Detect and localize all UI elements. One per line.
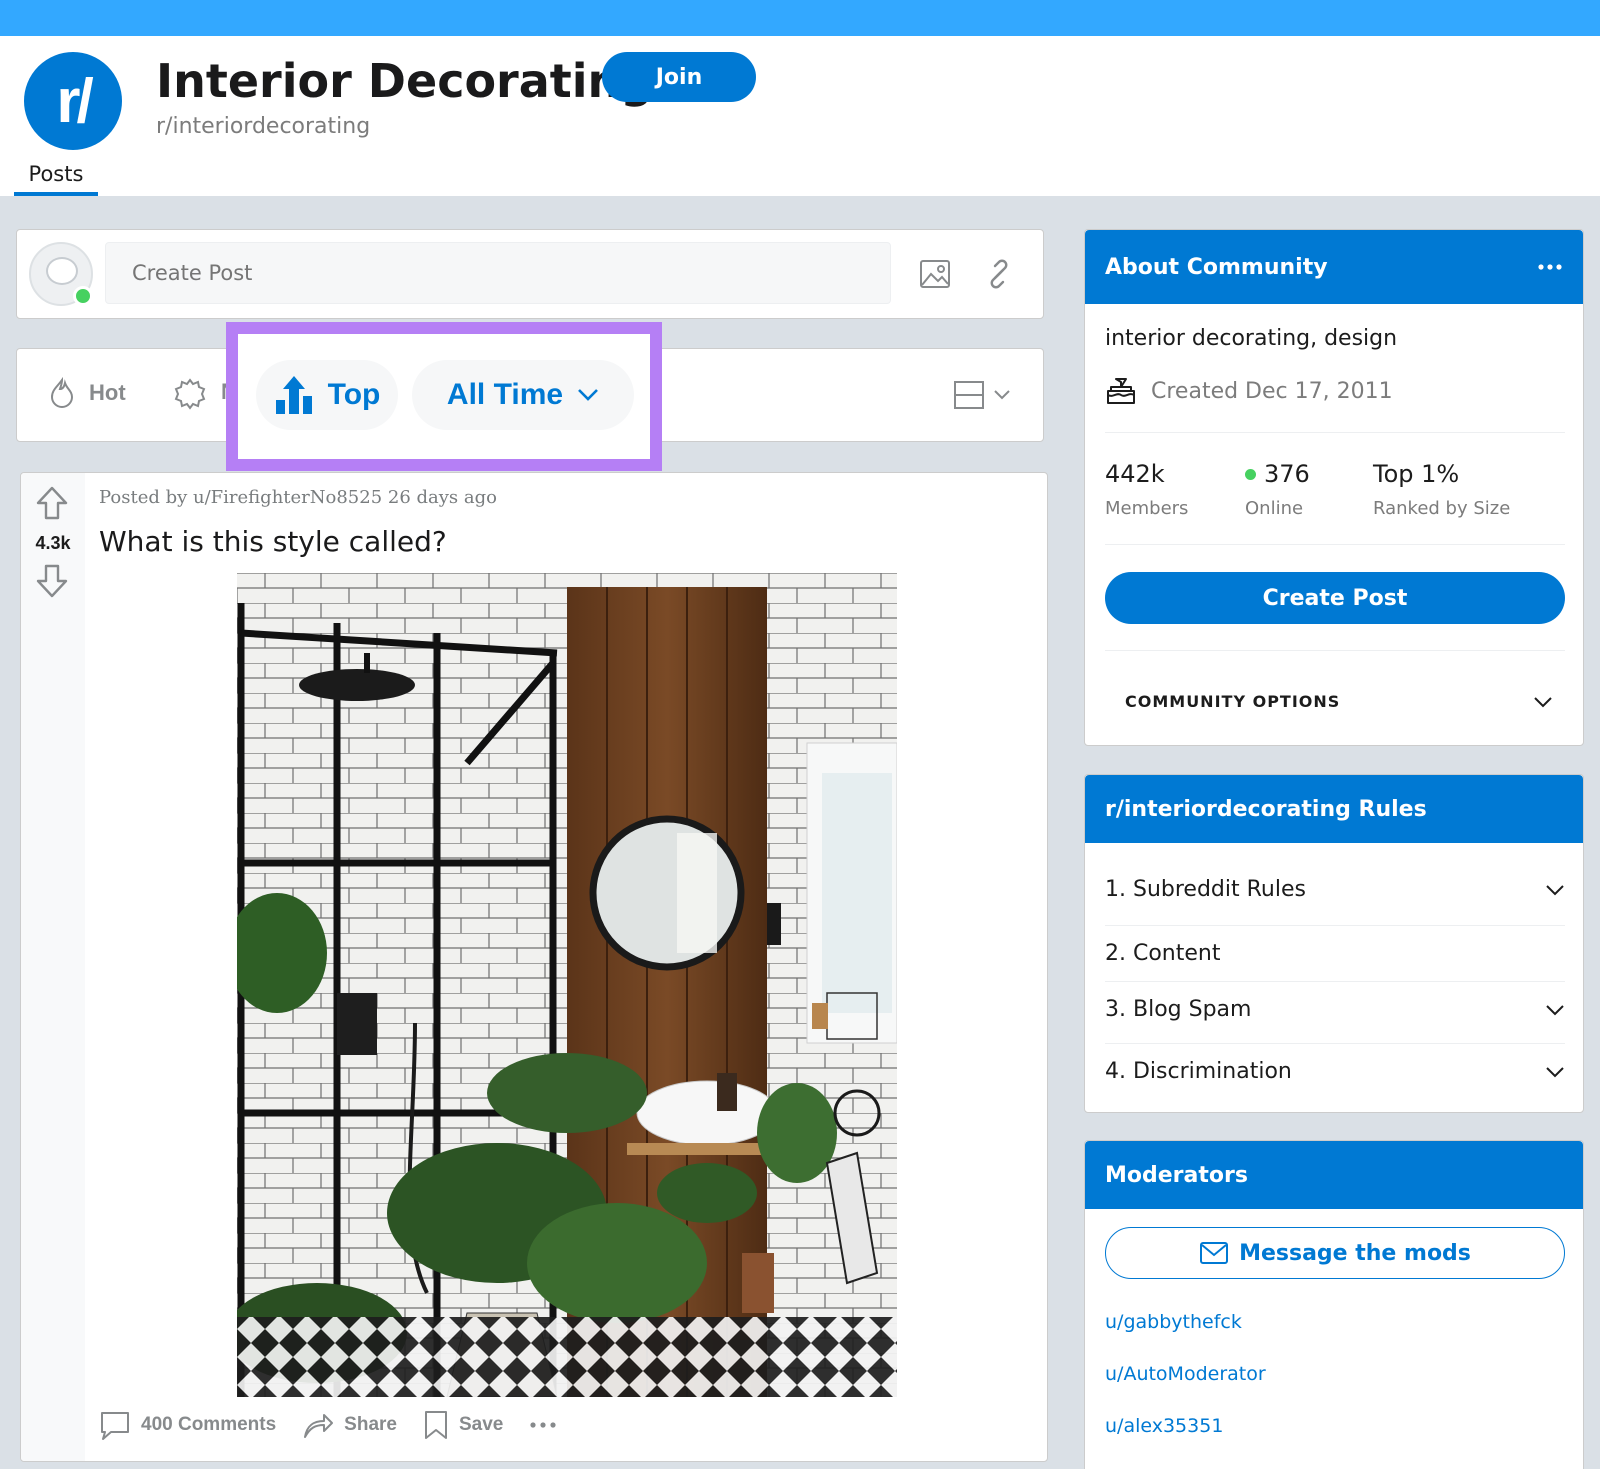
rules-card: r/interiordecorating Rules 1. Subreddit … bbox=[1084, 774, 1584, 1113]
rank-value: Top 1% bbox=[1373, 460, 1460, 488]
avatar-head-icon bbox=[46, 257, 78, 285]
chevron-down-icon bbox=[578, 389, 598, 401]
chevron-down-icon bbox=[1546, 884, 1564, 895]
comments-label: 400 Comments bbox=[141, 1414, 277, 1435]
online-stat: 376 Online bbox=[1245, 460, 1310, 519]
rule-item[interactable]: 3. Blog Spam bbox=[1105, 997, 1565, 1022]
subreddit-name: r/interiordecorating bbox=[156, 114, 371, 139]
divider bbox=[1105, 1043, 1565, 1044]
sidebar-create-post-button[interactable]: Create Post bbox=[1105, 572, 1565, 624]
top-banner bbox=[0, 0, 1600, 36]
rule-item[interactable]: 2. Content bbox=[1105, 941, 1565, 966]
chevron-down-icon bbox=[994, 390, 1010, 400]
divider bbox=[1105, 925, 1565, 926]
link-icon[interactable] bbox=[979, 254, 1019, 294]
chevron-down-icon bbox=[1546, 1066, 1564, 1077]
divider bbox=[1105, 544, 1565, 545]
comments-button[interactable]: 400 Comments bbox=[99, 1409, 276, 1441]
chevron-down-icon bbox=[1534, 696, 1552, 707]
post-title[interactable]: What is this style called? bbox=[99, 525, 447, 558]
rank-label: Ranked by Size bbox=[1373, 498, 1511, 519]
post-meta: Posted by u/FirefighterNo8525 26 days ag… bbox=[99, 487, 497, 508]
community-created: Created Dec 17, 2011 bbox=[1105, 376, 1393, 406]
rule-label: 3. Blog Spam bbox=[1105, 997, 1252, 1022]
share-label: Share bbox=[344, 1414, 397, 1435]
about-community-header: About Community bbox=[1085, 230, 1583, 304]
flame-icon bbox=[50, 377, 74, 408]
subreddit-logo: r/ bbox=[20, 48, 126, 154]
community-options-toggle[interactable]: COMMUNITY OPTIONS bbox=[1125, 692, 1553, 711]
sort-top-label: Top bbox=[327, 378, 381, 411]
comment-icon bbox=[101, 1412, 129, 1440]
rule-item[interactable]: 1. Subreddit Rules bbox=[1105, 877, 1565, 902]
rule-label: 2. Content bbox=[1105, 941, 1221, 966]
more-options-button[interactable] bbox=[529, 1421, 557, 1429]
page-title: Interior Decorating bbox=[156, 54, 654, 108]
ellipsis-icon bbox=[530, 1422, 556, 1428]
new-burst-icon[interactable] bbox=[173, 377, 207, 416]
rule-item[interactable]: 4. Discrimination bbox=[1105, 1059, 1565, 1084]
online-count: 376 bbox=[1264, 460, 1310, 488]
sort-hot-label: Hot bbox=[89, 380, 126, 405]
moderators-card: Moderators Message the mods u/gabbythefc… bbox=[1084, 1140, 1584, 1469]
downvote-icon[interactable] bbox=[35, 563, 69, 604]
members-count: 442k bbox=[1105, 460, 1165, 488]
view-toggle-button[interactable] bbox=[953, 379, 1011, 411]
moderator-link[interactable]: u/alex35351 bbox=[1105, 1415, 1223, 1437]
moderators-header: Moderators bbox=[1085, 1141, 1583, 1209]
members-label: Members bbox=[1105, 498, 1189, 519]
vote-column: 4.3k bbox=[21, 473, 85, 1461]
share-button[interactable]: Share bbox=[302, 1410, 397, 1440]
members-stat: 442k Members bbox=[1105, 460, 1188, 519]
upvote-icon[interactable] bbox=[35, 485, 69, 526]
bookmark-icon bbox=[424, 1411, 447, 1439]
message-mods-label: Message the mods bbox=[1239, 1240, 1471, 1266]
top-chart-icon bbox=[275, 376, 312, 414]
divider bbox=[1105, 981, 1565, 982]
save-button[interactable]: Save bbox=[423, 1409, 503, 1441]
sort-top-button[interactable]: Top bbox=[256, 360, 398, 430]
time-range-label: All Time bbox=[446, 378, 564, 411]
community-description: interior decorating, design bbox=[1105, 326, 1398, 351]
rules-header: r/interiordecorating Rules bbox=[1085, 775, 1583, 843]
save-label: Save bbox=[458, 1414, 504, 1435]
vote-count: 4.3k bbox=[35, 533, 71, 553]
create-post-input[interactable] bbox=[105, 242, 891, 304]
time-range-dropdown[interactable]: All Time bbox=[412, 360, 634, 430]
join-button[interactable]: Join bbox=[602, 52, 756, 102]
divider bbox=[1105, 650, 1565, 651]
post-actions: 400 Comments Share Save bbox=[99, 1409, 557, 1441]
avatar[interactable] bbox=[29, 242, 93, 306]
online-dot bbox=[1245, 468, 1256, 480]
moderator-link[interactable]: u/AutoModerator bbox=[1105, 1363, 1266, 1385]
chevron-down-icon bbox=[1546, 1004, 1564, 1015]
about-community-card: About Community interior decorating, des… bbox=[1084, 229, 1584, 746]
rank-stat: Top 1% Ranked by Size bbox=[1373, 460, 1510, 519]
post-card[interactable]: 4.3k Posted by u/FirefighterNo8525 26 da… bbox=[20, 472, 1048, 1462]
create-post-bar bbox=[16, 229, 1044, 319]
sort-highlight-box: Top All Time bbox=[226, 322, 662, 471]
created-date: Created Dec 17, 2011 bbox=[1151, 378, 1393, 404]
ellipsis-icon[interactable] bbox=[1537, 263, 1563, 271]
sort-hot-button[interactable]: Hot bbox=[47, 377, 126, 409]
rules-title: r/interiordecorating Rules bbox=[1105, 796, 1427, 822]
online-status-dot bbox=[73, 286, 93, 306]
moderator-link[interactable]: u/gabbythefck bbox=[1105, 1311, 1242, 1333]
image-upload-icon[interactable] bbox=[915, 254, 955, 294]
card-view-icon bbox=[954, 381, 984, 409]
moderators-title: Moderators bbox=[1105, 1162, 1248, 1188]
post-image[interactable] bbox=[237, 573, 897, 1397]
about-community-title: About Community bbox=[1105, 254, 1328, 280]
cake-icon bbox=[1107, 378, 1135, 404]
mail-icon bbox=[1200, 1242, 1229, 1264]
rule-label: 1. Subreddit Rules bbox=[1105, 877, 1306, 902]
subreddit-header: r/ Interior Decorating r/interiordecorat… bbox=[0, 36, 1600, 196]
message-mods-button[interactable]: Message the mods bbox=[1105, 1227, 1565, 1279]
community-options-label: COMMUNITY OPTIONS bbox=[1125, 692, 1341, 711]
divider bbox=[1105, 432, 1565, 433]
tab-posts[interactable]: Posts bbox=[14, 162, 98, 196]
rule-label: 4. Discrimination bbox=[1105, 1059, 1292, 1084]
share-icon bbox=[304, 1414, 334, 1438]
online-label: Online bbox=[1245, 498, 1304, 519]
